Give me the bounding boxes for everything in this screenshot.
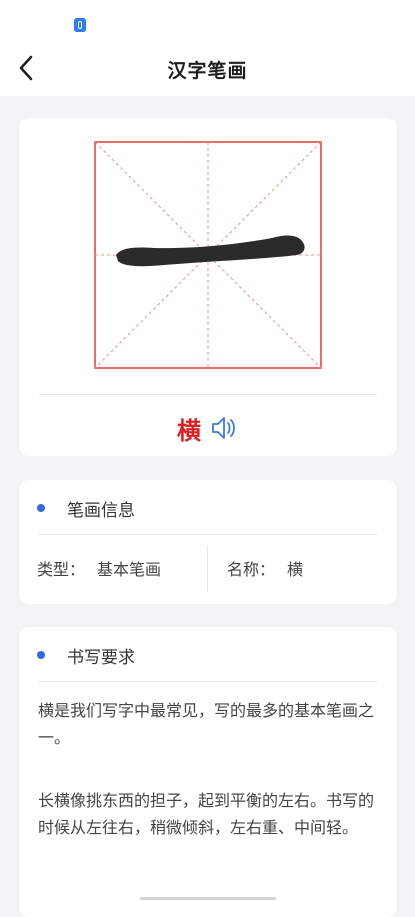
bullet-dot [37, 504, 45, 512]
section-header: 笔画信息 [37, 496, 135, 521]
requirement-paragraph: 横是我们写字中最常见，写的最多的基本笔画之一。 [38, 701, 375, 747]
name-cell: 名称： 横 [227, 556, 303, 580]
section-header: 书写要求 [37, 643, 135, 668]
bullet-dot [37, 651, 45, 659]
stroke-grid [94, 141, 322, 369]
column-separator [207, 546, 208, 592]
type-value: 基本笔画 [97, 560, 162, 579]
type-cell: 类型： 基本笔画 [37, 556, 161, 580]
name-label: 名称： [227, 560, 276, 579]
page-title: 汉字笔画 [167, 60, 248, 82]
info-row: 类型： 基本笔画 名称： 横 [19, 546, 397, 592]
requirement-paragraph: 长横像挑东西的担子，起到平衡的左右。书写的时候从左往右，稍微倾斜，左右重、中间轻… [38, 791, 375, 837]
divider [39, 534, 377, 535]
name-value: 横 [287, 560, 304, 579]
nav-bar: 汉字笔画 [0, 40, 415, 96]
divider [39, 681, 377, 682]
section-title: 书写要求 [67, 647, 135, 668]
status-bar [0, 0, 415, 40]
speaker-icon [212, 417, 235, 439]
bluetooth-icon [74, 18, 86, 32]
stroke-name: 横 [177, 416, 201, 445]
stroke-info-card: 笔画信息 类型： 基本笔画 名称： 横 [19, 480, 397, 604]
section-title: 笔画信息 [67, 500, 135, 521]
writing-requirements-card: 书写要求 横是我们写字中最常见，写的最多的基本笔画之一。 长横像挑东西的担子，起… [19, 627, 397, 917]
divider [39, 394, 377, 395]
stroke-name-row: 横 [19, 408, 397, 448]
stroke-card: 横 [19, 118, 397, 456]
speaker-button[interactable] [209, 413, 239, 443]
type-label: 类型： [37, 560, 86, 579]
